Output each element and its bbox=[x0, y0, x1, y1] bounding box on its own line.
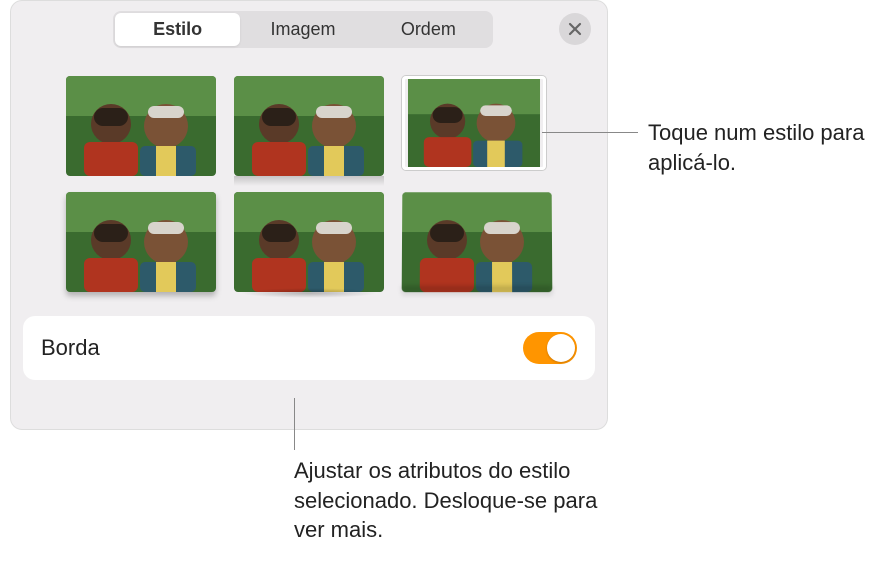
tab-order[interactable]: Ordem bbox=[366, 13, 491, 46]
close-button[interactable] bbox=[559, 13, 591, 45]
callout-line bbox=[542, 132, 638, 133]
tab-style[interactable]: Estilo bbox=[115, 13, 240, 46]
style-option-2[interactable] bbox=[234, 76, 384, 176]
switch-knob bbox=[547, 334, 575, 362]
border-section: Borda bbox=[23, 316, 595, 380]
styles-grid bbox=[11, 54, 607, 310]
style-option-3[interactable] bbox=[402, 76, 552, 176]
callout-line bbox=[294, 398, 295, 450]
format-panel: Estilo Imagem Ordem B bbox=[10, 0, 608, 430]
style-option-1[interactable] bbox=[66, 76, 216, 176]
style-option-5[interactable] bbox=[234, 192, 384, 292]
tab-image[interactable]: Imagem bbox=[240, 13, 365, 46]
style-option-6[interactable] bbox=[402, 192, 553, 292]
segmented-control: Estilo Imagem Ordem bbox=[113, 11, 493, 48]
callout-attributes: Ajustar os atributos do estilo seleciona… bbox=[294, 456, 614, 545]
border-label: Borda bbox=[41, 335, 100, 361]
tabbar: Estilo Imagem Ordem bbox=[11, 1, 607, 54]
callout-style: Toque num estilo para aplicá-lo. bbox=[648, 118, 878, 177]
style-option-4[interactable] bbox=[66, 192, 216, 292]
close-icon bbox=[568, 22, 582, 36]
border-toggle[interactable] bbox=[523, 332, 577, 364]
